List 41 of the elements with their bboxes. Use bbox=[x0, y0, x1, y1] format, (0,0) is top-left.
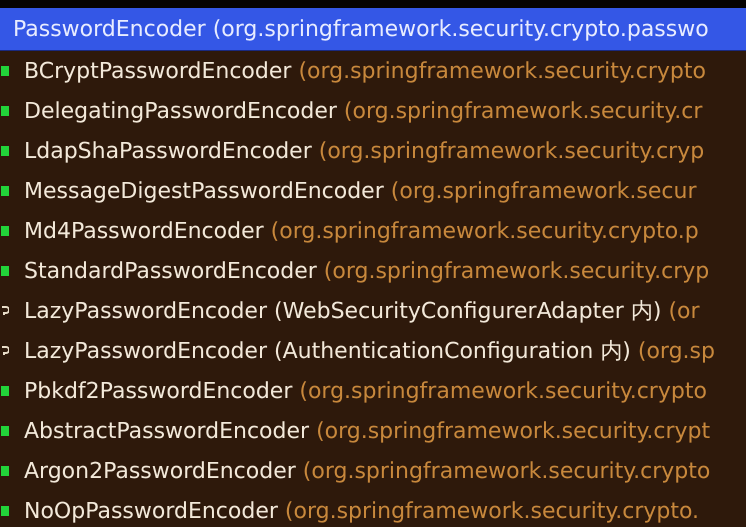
selected-row[interactable]: PasswordEncoder (org.springframework.security.crypto.passwo bbox=[0, 8, 746, 51]
package-name: (org.springframework.security.crypto.p bbox=[270, 218, 699, 244]
class-name: AbstractPasswordEncoder bbox=[24, 418, 310, 444]
class-name: PasswordEncoder bbox=[13, 16, 206, 42]
class-name: Md4PasswordEncoder bbox=[24, 218, 264, 244]
class-icon bbox=[1, 506, 9, 516]
package-name: (org.springframework.security.crypto bbox=[298, 58, 706, 84]
package-name: (org.springframework.security.cryp bbox=[324, 258, 710, 284]
class-name: MessageDigestPasswordEncoder bbox=[24, 178, 384, 204]
outer-class-name: (WebSecurityConfigurerAdapter 内) bbox=[274, 298, 662, 326]
class-icon bbox=[1, 186, 9, 196]
class-icon bbox=[1, 146, 9, 156]
class-name: DelegatingPasswordEncoder bbox=[24, 98, 337, 124]
package-name: (org.sp bbox=[638, 338, 715, 364]
class-name: Pbkdf2PasswordEncoder bbox=[24, 378, 292, 404]
class-name: LdapShaPasswordEncoder bbox=[24, 138, 312, 164]
class-icon bbox=[1, 66, 9, 76]
class-name: Argon2PasswordEncoder bbox=[24, 458, 296, 484]
package-name: (org.springframework.security.cr bbox=[344, 98, 702, 124]
class-name: StandardPasswordEncoder bbox=[24, 258, 317, 284]
package-name: (org.springframework.security.crypto.passwo bbox=[212, 16, 709, 42]
class-name: LazyPasswordEncoder bbox=[24, 338, 268, 364]
class-name: NoOpPasswordEncoder bbox=[24, 498, 278, 524]
inner-class-icon bbox=[1, 306, 9, 316]
package-name: (org.springframework.security.crypto. bbox=[284, 498, 700, 524]
class-icon bbox=[1, 466, 9, 476]
package-name: (org.springframework.security.crypto bbox=[299, 378, 707, 404]
package-name: (org.springframework.secur bbox=[390, 178, 696, 204]
class-icon bbox=[1, 266, 9, 276]
class-name: LazyPasswordEncoder bbox=[24, 298, 268, 324]
inner-class-icon bbox=[1, 346, 9, 356]
class-icon bbox=[1, 426, 9, 436]
package-name: (org.springframework.security.crypto bbox=[302, 458, 710, 484]
package-name: (or bbox=[668, 298, 700, 324]
package-name: (org.springframework.security.cryp bbox=[318, 138, 704, 164]
class-name: BCryptPasswordEncoder bbox=[24, 58, 292, 84]
class-icon bbox=[1, 106, 9, 116]
package-name: (org.springframework.security.crypt bbox=[316, 418, 710, 444]
class-icon bbox=[1, 386, 9, 396]
class-icon bbox=[1, 226, 9, 236]
outer-class-name: (AuthenticationConfiguration 内) bbox=[274, 338, 631, 366]
